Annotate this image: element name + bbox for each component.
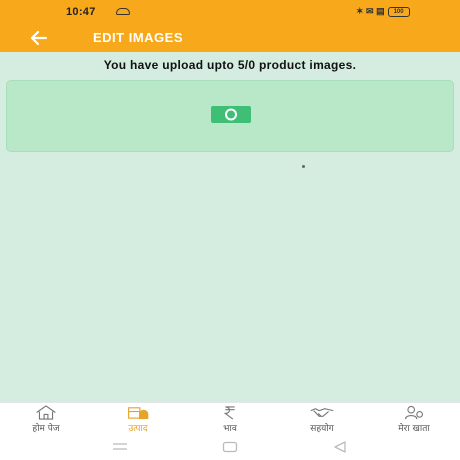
- status-icons-text: ✶ ✉ ▤: [356, 6, 385, 16]
- status-bar: 10:47 ✶ ✉ ▤ 100: [0, 0, 460, 24]
- menu-icon: [113, 443, 127, 450]
- arrow-left-icon: [30, 30, 48, 46]
- account-icon: [405, 405, 423, 420]
- app-header: 10:47 ✶ ✉ ▤ 100 EDIT IMAGES: [0, 0, 460, 52]
- system-home-button[interactable]: [222, 440, 238, 458]
- system-back-button[interactable]: [332, 440, 348, 458]
- nav-item-rates[interactable]: भाव: [184, 403, 276, 434]
- system-navigation: [0, 434, 460, 460]
- rupee-icon: [223, 406, 235, 420]
- loading-dot: [302, 165, 305, 168]
- nav-label-account: मेरा खाता: [398, 424, 430, 434]
- nav-label-products: उत्पाद: [128, 424, 148, 434]
- back-triangle-icon: [334, 441, 346, 453]
- recent-apps-button[interactable]: [112, 440, 128, 458]
- nav-label-rates: भाव: [223, 424, 237, 434]
- upload-limit-text: You have upload upto 5/0 product images.: [103, 58, 357, 72]
- camera-button[interactable]: [211, 106, 251, 123]
- page-title: EDIT IMAGES: [93, 30, 184, 45]
- image-upload-area[interactable]: [6, 80, 454, 152]
- home-square-icon: [222, 441, 238, 453]
- battery-icon: 100: [387, 6, 410, 17]
- bottom-navigation: होम पेज उत्पाद भाव सहयोग मेरा खाता: [0, 402, 460, 434]
- back-button[interactable]: [26, 27, 54, 49]
- home-icon: [36, 405, 56, 420]
- nav-item-support[interactable]: सहयोग: [276, 403, 368, 434]
- status-time: 10:47: [66, 6, 96, 18]
- status-indicators: ✶ ✉ ▤ 100: [356, 6, 410, 17]
- handshake-icon: [310, 408, 334, 417]
- camera-icon: [211, 106, 251, 123]
- nav-item-products[interactable]: उत्पाद: [92, 403, 184, 434]
- nav-item-account[interactable]: मेरा खाता: [368, 403, 460, 434]
- nav-label-support: सहयोग: [310, 424, 334, 434]
- cloud-icon: [116, 8, 130, 15]
- toolbar: EDIT IMAGES: [0, 24, 460, 52]
- nav-item-home[interactable]: होम पेज: [0, 403, 92, 434]
- nav-label-home: होम पेज: [32, 424, 60, 434]
- products-icon: [128, 407, 149, 420]
